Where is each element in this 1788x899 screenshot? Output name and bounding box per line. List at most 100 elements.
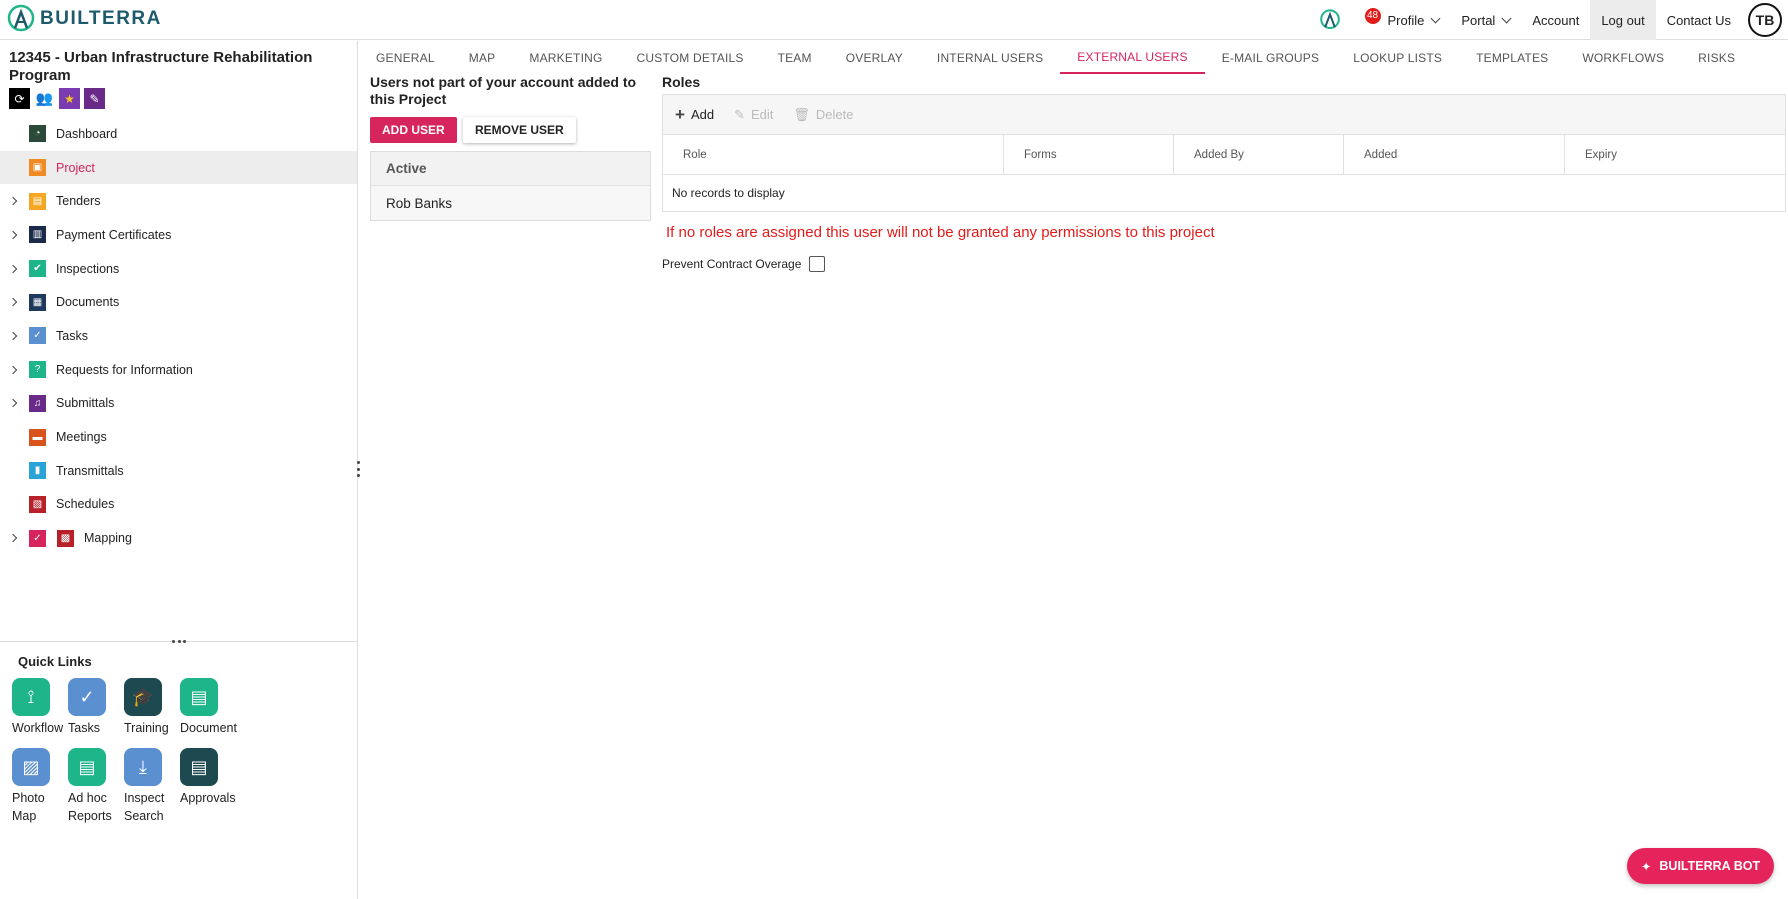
tab-e-mail-groups[interactable]: E-MAIL GROUPS: [1205, 41, 1337, 74]
document-icon[interactable]: ▤: [180, 678, 218, 716]
tenders-icon: ▤: [29, 192, 46, 210]
approvals-icon[interactable]: ▤: [180, 748, 218, 786]
logout-link[interactable]: Log out: [1590, 0, 1656, 40]
external-users-title: Users not part of your account added to …: [370, 74, 637, 107]
quick-link-tasks[interactable]: ✓ Tasks: [68, 678, 124, 737]
builterra-home-icon[interactable]: [1307, 0, 1362, 40]
tab-internal-users[interactable]: INTERNAL USERS: [920, 41, 1060, 74]
tasks-icon[interactable]: ✓: [68, 678, 106, 716]
chevron-right-icon[interactable]: [8, 230, 18, 240]
quick-link-label: Workflow: [12, 721, 64, 735]
sidebar-item-project[interactable]: ▣ Project: [0, 150, 357, 185]
column-forms[interactable]: Forms: [1004, 135, 1174, 174]
plus-icon: +: [675, 105, 685, 124]
edit-role-button[interactable]: ✎ Edit: [734, 107, 773, 123]
meetings-icon: ▬: [29, 428, 46, 446]
sidebar-resize-handle[interactable]: [356, 461, 360, 477]
delete-role-button[interactable]: 🗑 Delete: [793, 107, 853, 123]
chevron-right-icon[interactable]: [8, 399, 18, 408]
team-icon[interactable]: 👥: [34, 88, 55, 109]
sidebar-item-inspections[interactable]: ✔ Inspections: [0, 252, 357, 286]
quick-link-photo-map[interactable]: ▨ Photo Map: [12, 748, 68, 825]
tab-general[interactable]: GENERAL: [359, 41, 452, 74]
tab-team[interactable]: TEAM: [761, 41, 829, 74]
account-link[interactable]: Account: [1521, 0, 1590, 40]
quick-link-ad-hoc-reports[interactable]: ▤ Ad hoc Reports: [68, 748, 124, 825]
add-label: Add: [690, 107, 715, 122]
tab-overlay[interactable]: OVERLAY: [829, 41, 920, 74]
builterra-bot-button[interactable]: ✦ BUILTERRA BOT: [1627, 848, 1774, 884]
photo-map-icon[interactable]: ▨: [12, 748, 50, 786]
inspect-search-icon[interactable]: ⤓: [124, 748, 162, 786]
sidebar-item-transmittals[interactable]: ▮ Transmittals: [0, 454, 357, 488]
submittals-icon: ♫: [29, 394, 46, 412]
builterra-logo[interactable]: BUILTERRA: [6, 3, 162, 35]
refresh-icon[interactable]: ⟳: [9, 88, 30, 109]
column-expiry[interactable]: Expiry: [1565, 135, 1785, 174]
chevron-right-icon[interactable]: [8, 331, 18, 341]
training-icon[interactable]: 🎓: [124, 678, 162, 716]
mapping-checkbox-icon[interactable]: ✓: [29, 529, 46, 547]
quick-link-document[interactable]: ▤ Document: [180, 678, 240, 737]
list-header-active: Active: [371, 152, 650, 186]
tab-custom-details[interactable]: CUSTOM DETAILS: [620, 41, 761, 74]
payment-certificates-icon: ▥: [29, 226, 46, 244]
tab-map[interactable]: MAP: [452, 41, 513, 74]
column-role[interactable]: Role: [663, 135, 1004, 174]
quick-links-resize-handle[interactable]: [172, 640, 186, 644]
sidebar-item-label: Dashboard: [56, 126, 118, 141]
portal-menu[interactable]: Portal: [1450, 0, 1521, 40]
profile-menu[interactable]: 48 Profile: [1362, 0, 1451, 40]
sidebar-item-schedules[interactable]: ▧ Schedules: [0, 488, 357, 522]
sidebar-item-meetings[interactable]: ▬ Meetings: [0, 420, 357, 454]
requests-for-information-icon: ?: [29, 361, 46, 379]
tab-lookup-lists[interactable]: LOOKUP LISTS: [1336, 41, 1459, 74]
tab-external-users[interactable]: EXTERNAL USERS: [1060, 41, 1205, 74]
prevent-contract-overage-label: Prevent Contract Overage: [662, 257, 802, 271]
project-tabs: GENERAL MAP MARKETING CUSTOM DETAILS TEAM OVE…: [359, 41, 1752, 74]
tab-risks[interactable]: RISKS: [1681, 41, 1752, 74]
column-added-by[interactable]: Added By: [1174, 135, 1344, 174]
quick-link-inspect-search[interactable]: ⤓ Inspect Search: [124, 748, 180, 825]
notification-badge[interactable]: 48: [1364, 8, 1381, 24]
sidebar-item-tenders[interactable]: ▤ Tenders: [0, 184, 357, 218]
delete-label: Delete: [815, 107, 854, 122]
tab-templates[interactable]: TEMPLATES: [1459, 41, 1565, 74]
tab-marketing[interactable]: MARKETING: [512, 41, 619, 74]
roles-grid: + Add ✎ Edit 🗑 Delete Role Forms Added B…: [662, 94, 1786, 212]
tab-workflows[interactable]: WORKFLOWS: [1565, 41, 1681, 74]
add-role-button[interactable]: + Add: [675, 106, 714, 123]
sidebar-item-tasks[interactable]: ✓ Tasks: [0, 319, 357, 353]
sidebar-item-requests-for-information[interactable]: ? Requests for Information: [0, 353, 357, 387]
workflow-icon[interactable]: ⟟: [12, 678, 50, 716]
quick-link-label: Ad hoc Reports: [68, 791, 112, 823]
roles-toolbar: + Add ✎ Edit 🗑 Delete: [663, 95, 1785, 135]
list-item[interactable]: Rob Banks: [371, 186, 650, 220]
quick-link-training[interactable]: 🎓 Training: [124, 678, 180, 737]
quick-link-approvals[interactable]: ▤ Approvals: [180, 748, 240, 807]
edit-icon[interactable]: ✎: [84, 88, 105, 109]
sidebar-item-documents[interactable]: ▦ Documents: [0, 285, 357, 319]
quick-link-workflow[interactable]: ⟟ Workflow: [12, 678, 68, 737]
star-icon[interactable]: ★: [59, 88, 80, 109]
documents-icon: ▦: [29, 293, 46, 311]
chevron-right-icon[interactable]: [8, 264, 18, 273]
sidebar-item-payment-certificates[interactable]: ▥ Payment Certificates: [0, 218, 357, 252]
chevron-right-icon[interactable]: [8, 196, 18, 206]
chevron-right-icon[interactable]: [8, 533, 18, 543]
quick-link-label: Tasks: [68, 721, 100, 735]
column-added[interactable]: Added: [1344, 135, 1565, 174]
chevron-right-icon[interactable]: [8, 298, 18, 307]
chevron-right-icon[interactable]: [8, 365, 18, 374]
prevent-contract-overage-checkbox[interactable]: [809, 256, 826, 272]
avatar[interactable]: TB: [1748, 3, 1782, 37]
sidebar-item-submittals[interactable]: ♫ Submittals: [0, 387, 357, 421]
remove-user-button[interactable]: REMOVE USER: [463, 117, 576, 143]
contact-link[interactable]: Contact Us: [1656, 0, 1742, 40]
sidebar-item-label: Schedules: [56, 497, 115, 512]
sidebar-item-mapping[interactable]: ✓ ▩ Mapping: [0, 521, 357, 555]
add-user-button[interactable]: ADD USER: [370, 117, 457, 143]
quick-link-label: Inspect Search: [124, 791, 165, 823]
sidebar-item-dashboard[interactable]: ◔ Dashboard: [0, 117, 357, 151]
ad-hoc-reports-icon[interactable]: ▤: [68, 748, 106, 786]
